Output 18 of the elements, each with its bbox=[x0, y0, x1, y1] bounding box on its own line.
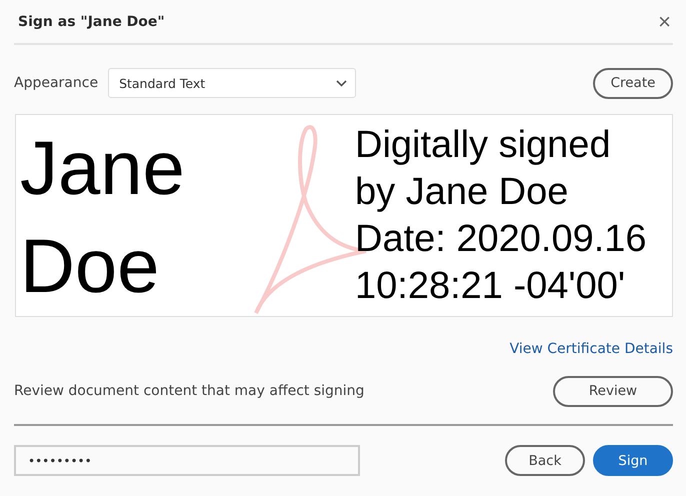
signer-name: Doe bbox=[20, 223, 160, 311]
signature-detail: by Jane Doe bbox=[355, 170, 570, 215]
dialog-title: Sign as "Jane Doe" bbox=[17, 14, 165, 30]
dialog-button[interactable]: Sign bbox=[593, 445, 673, 476]
signer-name: Jane bbox=[20, 125, 186, 213]
certificate-link[interactable]: View Certificate Details bbox=[510, 341, 673, 357]
dialog-button[interactable]: Back bbox=[505, 445, 585, 476]
appearance-dropdown[interactable]: Standard Text bbox=[108, 68, 356, 98]
signature-detail: 10:28:21 -04'00' bbox=[355, 264, 626, 309]
appearance-label: Appearance bbox=[14, 75, 98, 91]
review-button[interactable]: Review bbox=[553, 376, 673, 406]
close-button[interactable]: × bbox=[656, 10, 673, 32]
review-text: Review document content that may affect signing bbox=[14, 383, 364, 399]
chevron-down-icon bbox=[336, 80, 348, 86]
signature-detail: Digitally signed bbox=[355, 123, 612, 168]
signature-detail: Date: 2020.09.16 bbox=[355, 217, 647, 262]
password-field[interactable]: ••••••••• bbox=[14, 445, 360, 476]
create-button[interactable]: Create bbox=[593, 68, 673, 98]
